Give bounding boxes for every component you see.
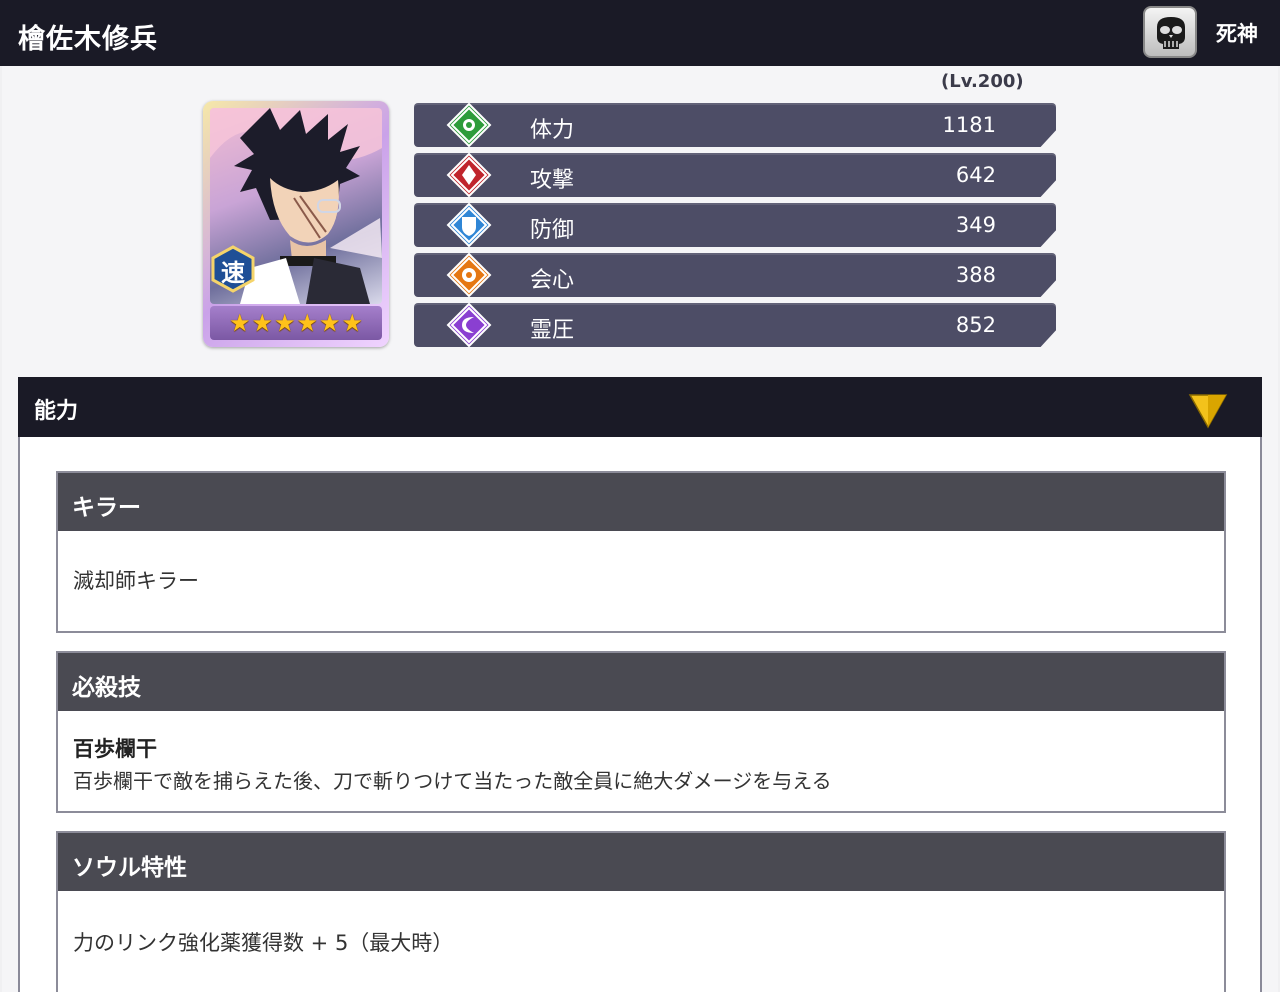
skill-description: 百歩欄干で敵を捕らえた後、刀で斬りつけて当たった敵全員に絶大ダメージを与える [73,769,832,793]
star-icon: ★ [341,309,364,337]
ability-panel-title: 能力 [34,399,79,424]
spirit-emblem-icon [446,303,492,347]
stat-label: 防御 [530,218,575,243]
stat-row-defense: 防御 349 [414,203,1056,247]
stat-value: 349 [955,213,996,237]
stat-value: 852 [955,313,996,337]
stat-row-critical: 会心 388 [414,253,1056,297]
section-header: ソウル特性 [58,833,1224,891]
rarity-stars: ★ ★ ★ ★ ★ ★ [210,306,382,340]
attack-emblem-icon [446,153,492,197]
character-name: 檜佐木修兵 [18,24,158,55]
faction-label: 死神 [1216,22,1258,46]
speed-type-badge: 速 [209,245,257,293]
stat-row-spirit: 霊圧 852 [414,303,1056,347]
level-label: (Lv.200) [941,71,1024,92]
section-header: キラー [58,473,1224,531]
stat-row-attack: 攻撃 642 [414,153,1056,197]
ability-panel-header[interactable]: 能力 [18,377,1262,437]
killer-section: キラー 滅却師キラー [56,471,1226,633]
section-body: 滅却師キラー [73,569,199,593]
hp-emblem-icon [446,103,492,147]
section-body: 力のリンク強化薬獲得数 + 5（最大時） [73,931,454,955]
critical-emblem-icon [446,253,492,297]
stat-value: 388 [955,263,996,287]
stat-label: 会心 [530,268,575,293]
stat-value: 642 [955,163,996,187]
defense-emblem-icon [446,203,492,247]
star-icon: ★ [273,309,296,337]
soul-trait-section: ソウル特性 力のリンク強化薬獲得数 + 5（最大時） [56,831,1226,992]
star-icon: ★ [319,309,341,337]
star-icon: ★ [228,309,251,337]
skull-mask-icon[interactable] [1143,6,1197,58]
chevron-down-icon[interactable] [1188,393,1228,433]
stat-value: 1181 [942,113,996,137]
stat-row-hp: 体力 1181 [414,103,1056,147]
stat-label: 霊圧 [530,318,575,343]
skill-name: 百歩欄干 [73,737,157,761]
star-icon: ★ [251,309,273,337]
special-move-section: 必殺技 百歩欄干 百歩欄干で敵を捕らえた後、刀で斬りつけて当たった敵全員に絶大ダ… [56,651,1226,813]
stat-label: 体力 [530,118,575,143]
section-header: 必殺技 [58,653,1224,711]
top-bar: 檜佐木修兵 死神 [0,0,1280,66]
star-icon: ★ [296,309,319,337]
stat-label: 攻撃 [530,168,575,193]
character-card[interactable]: 速 ★ ★ ★ ★ ★ ★ [203,101,389,347]
